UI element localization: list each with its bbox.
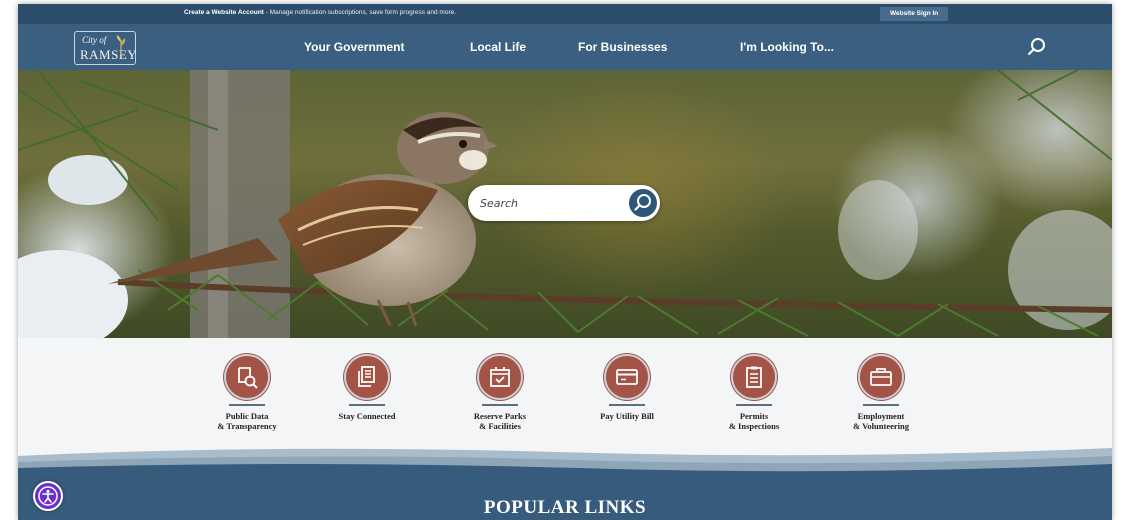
wheat-icon <box>116 35 126 55</box>
quicklink-divider <box>229 404 265 406</box>
quicklink-label: Public Data & Transparency <box>217 411 277 431</box>
quicklink-circle <box>344 354 390 400</box>
nav-local-life[interactable]: Local Life <box>470 40 526 54</box>
nav-for-businesses[interactable]: For Businesses <box>578 40 667 54</box>
hero-banner <box>18 70 1112 338</box>
credit-card-icon <box>616 369 638 385</box>
quicklink-divider <box>736 404 772 406</box>
popular-links-heading: POPULAR LINKS <box>483 497 647 518</box>
search-button[interactable] <box>627 187 659 219</box>
calendar-check-icon <box>490 367 510 387</box>
quicklink-circle <box>224 354 270 400</box>
search-icon <box>634 194 651 211</box>
quicklink-label: Reserve Parks & Facilities <box>473 411 527 431</box>
quicklink-employment[interactable]: Employment & Volunteering <box>826 354 936 431</box>
accessibility-button[interactable] <box>33 481 63 511</box>
quicklink-stay-connected[interactable]: Stay Connected <box>312 354 422 421</box>
quicklink-label: Employment & Volunteering <box>853 411 909 431</box>
nav-your-government[interactable]: Your Government <box>304 40 404 54</box>
quicklink-pay-utility-bill[interactable]: Pay Utility Bill <box>572 354 682 421</box>
utility-bar: Create a Website Account - Manage notifi… <box>18 4 1112 24</box>
popular-links-section: POPULAR LINKS <box>18 472 1112 520</box>
quick-links: Public Data & Transparency Stay Connecte… <box>18 338 1112 458</box>
account-message: Create a Website Account - Manage notifi… <box>184 9 456 16</box>
hero-search <box>468 185 660 221</box>
search-icon[interactable] <box>1026 36 1048 58</box>
nav-im-looking-to[interactable]: I'm Looking To... <box>740 40 834 54</box>
clipboard-list-icon <box>746 366 762 388</box>
create-account-link[interactable]: Create a Website Account <box>184 9 264 16</box>
account-description: - Manage notification subscriptions, sav… <box>263 9 457 16</box>
page-frame: Create a Website Account - Manage notifi… <box>18 4 1112 520</box>
quicklink-label: Stay Connected <box>338 411 396 421</box>
accessibility-icon <box>38 486 58 506</box>
city-logo[interactable]: City of RAMSEY <box>74 31 137 65</box>
quicklink-divider <box>609 404 645 406</box>
quicklink-circle <box>604 354 650 400</box>
quicklink-label: Pay Utility Bill <box>600 411 654 421</box>
quicklink-label: Permits & Inspections <box>728 411 780 431</box>
quicklink-public-data[interactable]: Public Data & Transparency <box>192 354 302 431</box>
quicklink-circle <box>731 354 777 400</box>
quicklink-divider <box>349 404 385 406</box>
magnifier-document-icon <box>238 367 258 389</box>
search-input[interactable] <box>480 194 620 212</box>
quicklink-circle <box>477 354 523 400</box>
quicklink-reserve-parks[interactable]: Reserve Parks & Facilities <box>445 354 555 431</box>
logo-city-text: City of <box>82 35 107 45</box>
website-sign-in-button[interactable]: Website Sign In <box>880 7 949 21</box>
quicklink-circle <box>858 354 904 400</box>
briefcase-icon <box>870 368 892 386</box>
quicklink-permits[interactable]: Permits & Inspections <box>699 354 809 431</box>
newsletter-icon <box>358 366 375 387</box>
quicklink-divider <box>482 404 518 406</box>
wave-divider <box>18 448 1112 476</box>
main-navigation: City of RAMSEY Your Government Local Lif… <box>18 24 1112 70</box>
quicklink-divider <box>863 404 899 406</box>
